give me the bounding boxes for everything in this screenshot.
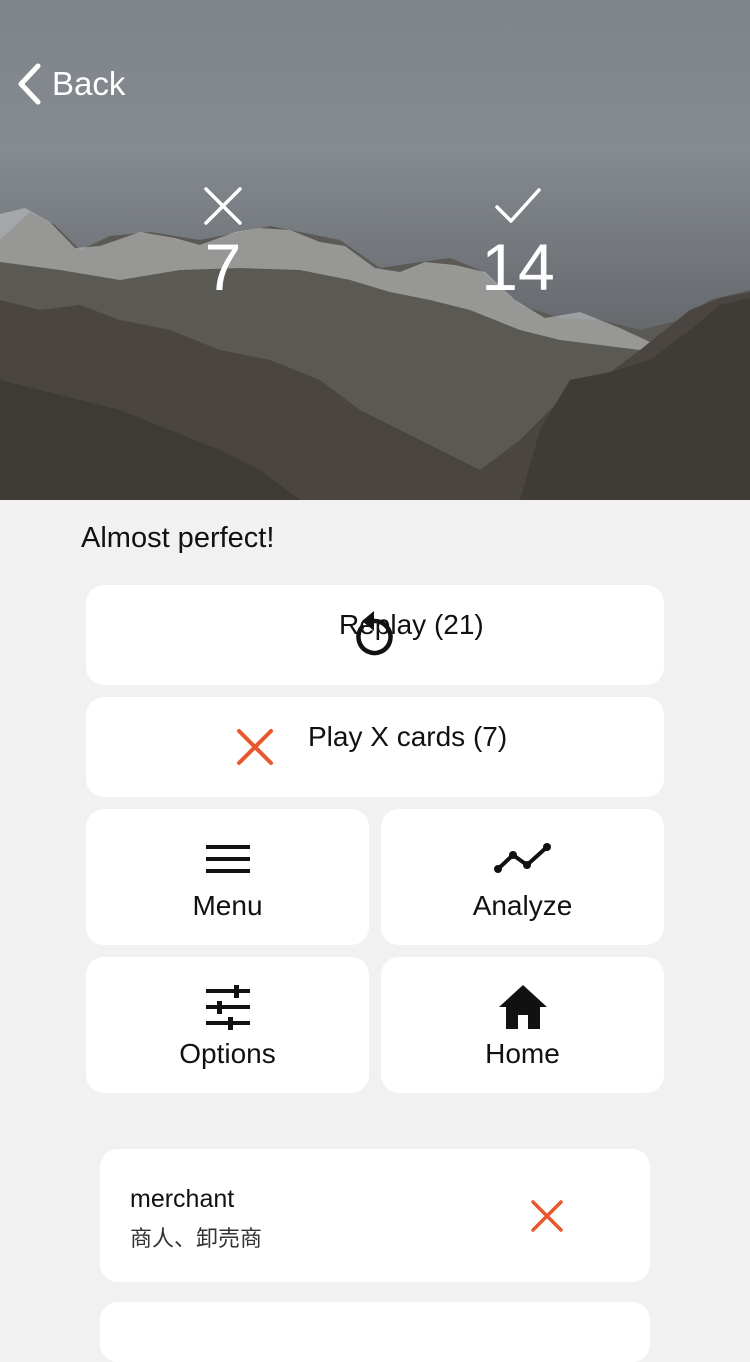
close-icon <box>237 729 273 765</box>
analyze-button[interactable]: Analyze <box>381 809 664 945</box>
back-button[interactable]: Back <box>16 62 125 106</box>
correct-score: 14 <box>458 186 578 300</box>
check-icon <box>495 188 541 223</box>
word-card[interactable]: merchant 商人、卸売商 <box>100 1149 650 1282</box>
home-button[interactable]: Home <box>381 957 664 1093</box>
options-button[interactable]: Options <box>86 957 369 1093</box>
close-icon <box>204 187 242 225</box>
analyze-label: Analyze <box>472 890 573 921</box>
home-icon <box>498 985 547 1029</box>
correct-count: 14 <box>481 230 555 304</box>
sliders-icon <box>205 985 250 1030</box>
home-label: Home <box>485 1038 560 1069</box>
hero-background: Back 7 14 <box>0 0 750 500</box>
word-term: merchant <box>130 1185 235 1213</box>
close-icon <box>531 1200 563 1232</box>
result-headline: Almost perfect! <box>81 522 275 554</box>
replay-label: Replay (21) <box>339 609 484 640</box>
word-definition: 商人、卸売商 <box>130 1227 263 1252</box>
play-x-cards-button[interactable]: Play X cards (7) <box>86 697 664 797</box>
menu-button[interactable]: Menu <box>86 809 369 945</box>
menu-label: Menu <box>192 890 263 921</box>
chevron-left-icon <box>18 63 41 105</box>
options-label: Options <box>179 1038 276 1069</box>
play-x-cards-label: Play X cards (7) <box>308 721 508 752</box>
line-chart-icon <box>493 843 551 873</box>
menu-icon <box>205 845 250 873</box>
wrong-score: 7 <box>163 186 283 300</box>
replay-button[interactable]: Replay (21) <box>86 585 664 685</box>
back-label: Back <box>52 65 126 102</box>
word-card-next[interactable] <box>100 1302 650 1362</box>
wrong-count: 7 <box>204 230 242 304</box>
